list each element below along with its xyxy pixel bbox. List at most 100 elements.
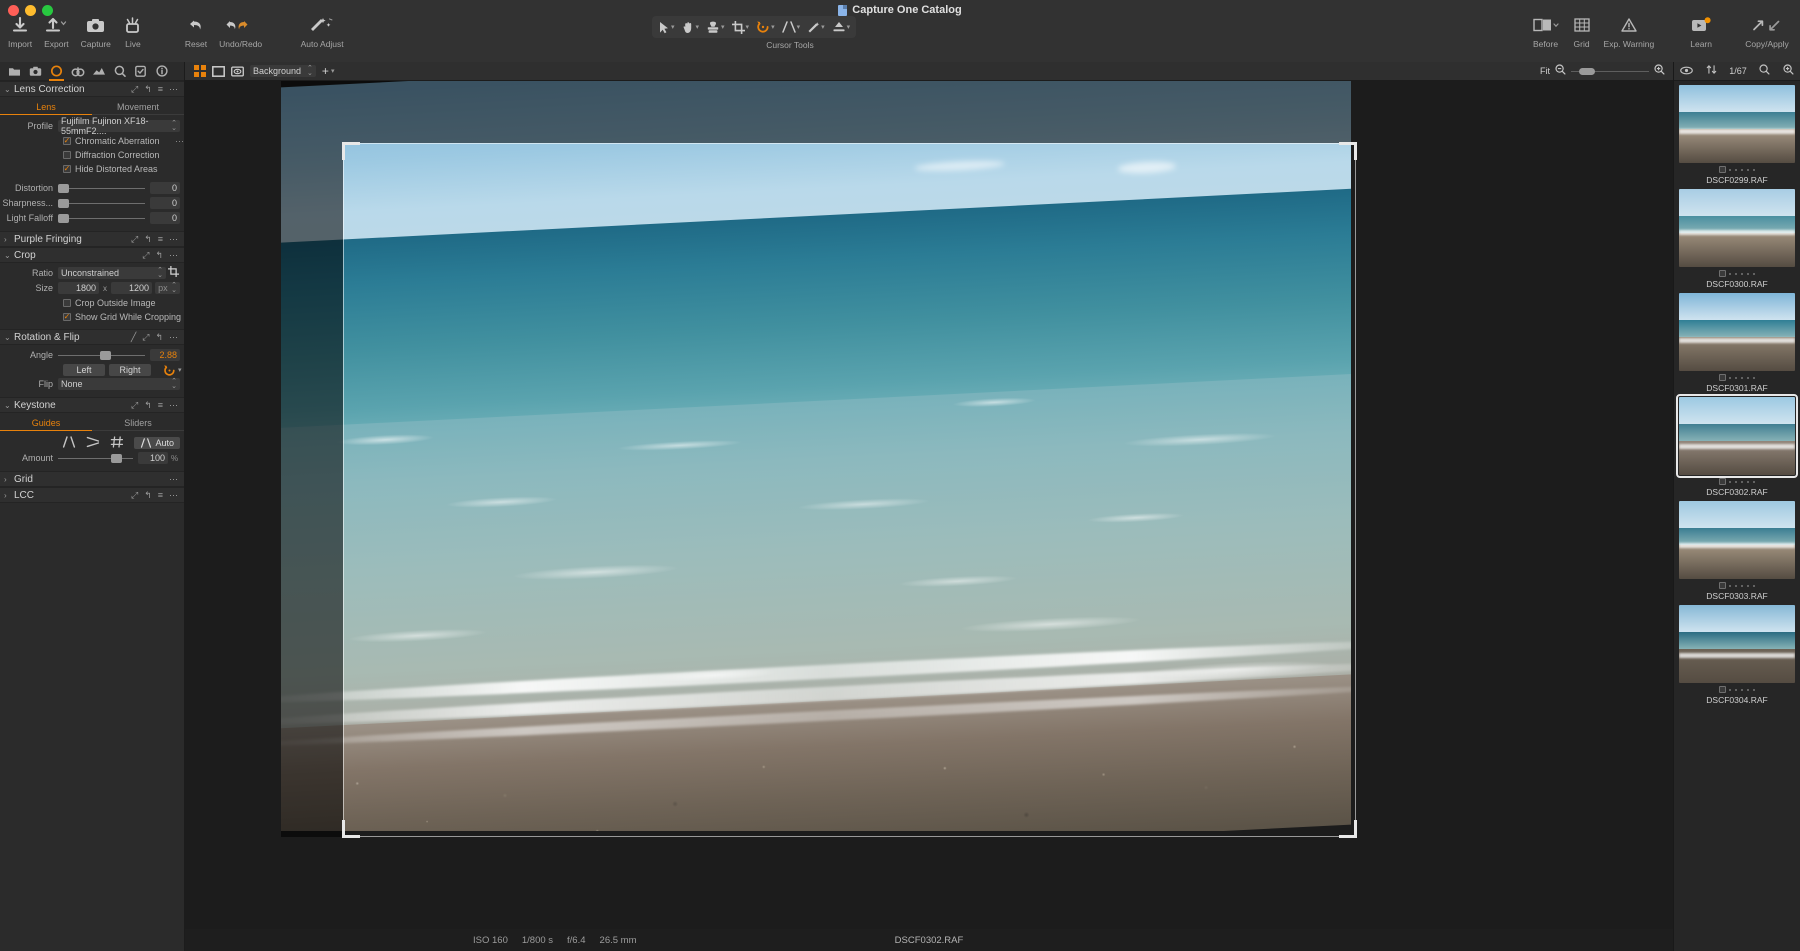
color-tab[interactable] xyxy=(67,62,88,81)
cursor-tool-pointer[interactable]: ▾ xyxy=(655,19,678,36)
cursor-tool-spot-brush[interactable]: ▾ xyxy=(804,19,828,36)
single-view-icon[interactable] xyxy=(212,65,225,77)
crop-width-input[interactable]: 1800 xyxy=(58,282,100,294)
rating-dots[interactable] xyxy=(1729,376,1755,379)
auto-adjust-button[interactable]: Auto Adjust xyxy=(294,14,350,49)
crop-handle[interactable] xyxy=(342,835,360,838)
details-tab[interactable] xyxy=(109,62,130,81)
straighten-tool-icon[interactable]: ╱ xyxy=(131,332,136,343)
thumbnail-item[interactable]: DSCF0300.RAF xyxy=(1679,189,1795,289)
rating-dots[interactable] xyxy=(1729,168,1755,171)
proof-view-icon[interactable] xyxy=(231,65,244,77)
reset-panel-icon[interactable]: ↰ xyxy=(155,250,163,261)
show-grid-while-cropping-checkbox[interactable]: ✓ xyxy=(63,313,71,321)
thumbnail-item[interactable]: DSCF0303.RAF xyxy=(1679,501,1795,601)
thumbnail-list[interactable]: DSCF0299.RAF DSCF0300.RAF DSCF0301.RAF DSCF… xyxy=(1674,81,1800,951)
crop-overlay[interactable] xyxy=(342,142,1357,838)
thumbnail-image[interactable] xyxy=(1679,85,1795,163)
photo-canvas[interactable] xyxy=(281,81,1357,838)
cursor-tool-stamp[interactable]: ▾ xyxy=(703,19,728,36)
crop-outside-image-checkbox[interactable] xyxy=(63,299,71,307)
horizontal-keystone-icon[interactable] xyxy=(86,436,100,451)
capture-button[interactable]: Capture xyxy=(75,14,117,49)
thumbnail-image[interactable] xyxy=(1679,189,1795,267)
keystone-subtabs[interactable]: Guides Sliders xyxy=(0,416,184,431)
distortion-slider[interactable] xyxy=(58,182,145,194)
cursor-tool-pan[interactable]: ▾ xyxy=(679,19,703,36)
panel-header-lens-correction[interactable]: ⌄ Lens Correction ⤢ ↰ ≡ ⋯ xyxy=(0,81,184,97)
export-button[interactable]: Export xyxy=(38,14,75,49)
thumbnail-checkbox[interactable] xyxy=(1719,270,1726,277)
reset-panel-icon[interactable]: ↰ xyxy=(144,84,152,95)
thumb-zoom-icon[interactable] xyxy=(1783,62,1794,80)
cursor-tool-keystone[interactable]: ▾ xyxy=(779,19,804,35)
rating-dots[interactable] xyxy=(1729,480,1755,483)
chevron-right-icon[interactable]: › xyxy=(4,475,14,484)
thumbnail-checkbox[interactable] xyxy=(1719,166,1726,173)
thumbnail-item[interactable]: DSCF0302.RAF xyxy=(1676,394,1798,497)
panel-menu-icon[interactable]: ⋯ xyxy=(169,490,178,501)
thumbnail-item[interactable]: DSCF0301.RAF xyxy=(1679,293,1795,393)
pick-tool-icon[interactable]: ⤢ xyxy=(131,84,138,95)
keystone-subtab-sliders[interactable]: Sliders xyxy=(92,416,184,430)
angle-slider[interactable] xyxy=(58,349,145,361)
import-button[interactable]: Import xyxy=(2,14,38,49)
reset-panel-icon[interactable]: ↰ xyxy=(144,234,152,245)
panel-menu-icon[interactable]: ⋯ xyxy=(169,474,178,485)
thumbnail-image[interactable] xyxy=(1676,394,1798,478)
keystone-amount-value[interactable]: 100 xyxy=(138,452,168,464)
thumbnail-image[interactable] xyxy=(1679,293,1795,371)
thumbnail-checkbox[interactable] xyxy=(1719,478,1726,485)
cursor-tool-crop[interactable]: ▾ xyxy=(729,19,753,36)
pick-tool-icon[interactable]: ⤢ xyxy=(142,250,149,261)
reset-panel-icon[interactable]: ↰ xyxy=(155,332,163,343)
thumbnail-image[interactable] xyxy=(1679,605,1795,683)
chevron-down-icon[interactable]: ⌄ xyxy=(4,85,14,94)
exposure-warning-button[interactable]: Exp. Warning xyxy=(1598,14,1661,49)
library-tab[interactable] xyxy=(4,62,25,81)
exposure-tab[interactable] xyxy=(88,62,109,81)
panel-menu-icon[interactable]: ⋯ xyxy=(169,400,178,411)
thumbnail-checkbox[interactable] xyxy=(1719,686,1726,693)
crop-unit-select[interactable]: px ⌃ ⌄ xyxy=(155,282,180,294)
grid-overlay-button[interactable]: Grid xyxy=(1566,14,1598,49)
thumbnail-item[interactable]: DSCF0304.RAF xyxy=(1679,605,1795,705)
presets-icon[interactable]: ≡ xyxy=(158,490,163,500)
thumbnail-checkbox[interactable] xyxy=(1719,582,1726,589)
crop-handle[interactable] xyxy=(1339,835,1357,838)
panel-header-lcc[interactable]: › LCC ⤢ ↰ ≡ ⋯ xyxy=(0,487,184,503)
lens-tab[interactable] xyxy=(46,62,67,81)
keystone-auto-button[interactable]: Auto xyxy=(134,437,180,449)
angle-value[interactable]: 2.88 xyxy=(150,349,180,361)
image-viewer[interactable] xyxy=(185,81,1673,929)
undo-redo-button[interactable]: Undo/Redo xyxy=(213,14,268,49)
before-after-button[interactable]: Before xyxy=(1526,14,1566,49)
lens-subtab-movement[interactable]: Movement xyxy=(92,100,184,114)
chevron-down-icon[interactable]: ⌄ xyxy=(4,251,14,260)
thumbnail-item[interactable]: DSCF0299.RAF xyxy=(1679,85,1795,185)
light-falloff-value[interactable]: 0 xyxy=(150,212,180,224)
zoom-slider[interactable] xyxy=(1571,66,1649,76)
chromatic-aberration-menu-icon[interactable]: ⋯ xyxy=(175,136,184,147)
sharpness-slider[interactable] xyxy=(58,197,145,209)
reset-panel-icon[interactable]: ↰ xyxy=(144,490,152,501)
lens-subtab-lens[interactable]: Lens xyxy=(0,100,92,115)
pick-tool-icon[interactable]: ⤢ xyxy=(131,234,138,245)
thumbnail-image[interactable] xyxy=(1679,501,1795,579)
flip-select[interactable]: None ⌃ ⌄ xyxy=(58,378,180,390)
grid-view-icon[interactable] xyxy=(193,65,206,77)
diffraction-correction-checkbox[interactable] xyxy=(63,151,71,159)
fit-label[interactable]: Fit xyxy=(1540,66,1550,76)
rating-dots[interactable] xyxy=(1729,272,1755,275)
chevron-right-icon[interactable]: › xyxy=(4,235,14,244)
pick-tool-icon[interactable]: ⤢ xyxy=(142,332,149,343)
hide-distorted-areas-row[interactable]: ✓ Hide Distorted Areas xyxy=(0,162,184,176)
pick-tool-icon[interactable]: ⤢ xyxy=(131,400,138,411)
copy-apply-button[interactable]: Copy/Apply xyxy=(1738,14,1796,49)
adjustments-tab[interactable] xyxy=(130,62,151,81)
panel-header-grid[interactable]: › Grid ⋯ xyxy=(0,471,184,487)
chevron-down-icon[interactable]: ⌄ xyxy=(4,401,14,410)
search-icon[interactable] xyxy=(1759,62,1770,80)
rating-dots[interactable] xyxy=(1729,688,1755,691)
cursor-tool-rotate[interactable]: ▾ xyxy=(753,18,778,36)
